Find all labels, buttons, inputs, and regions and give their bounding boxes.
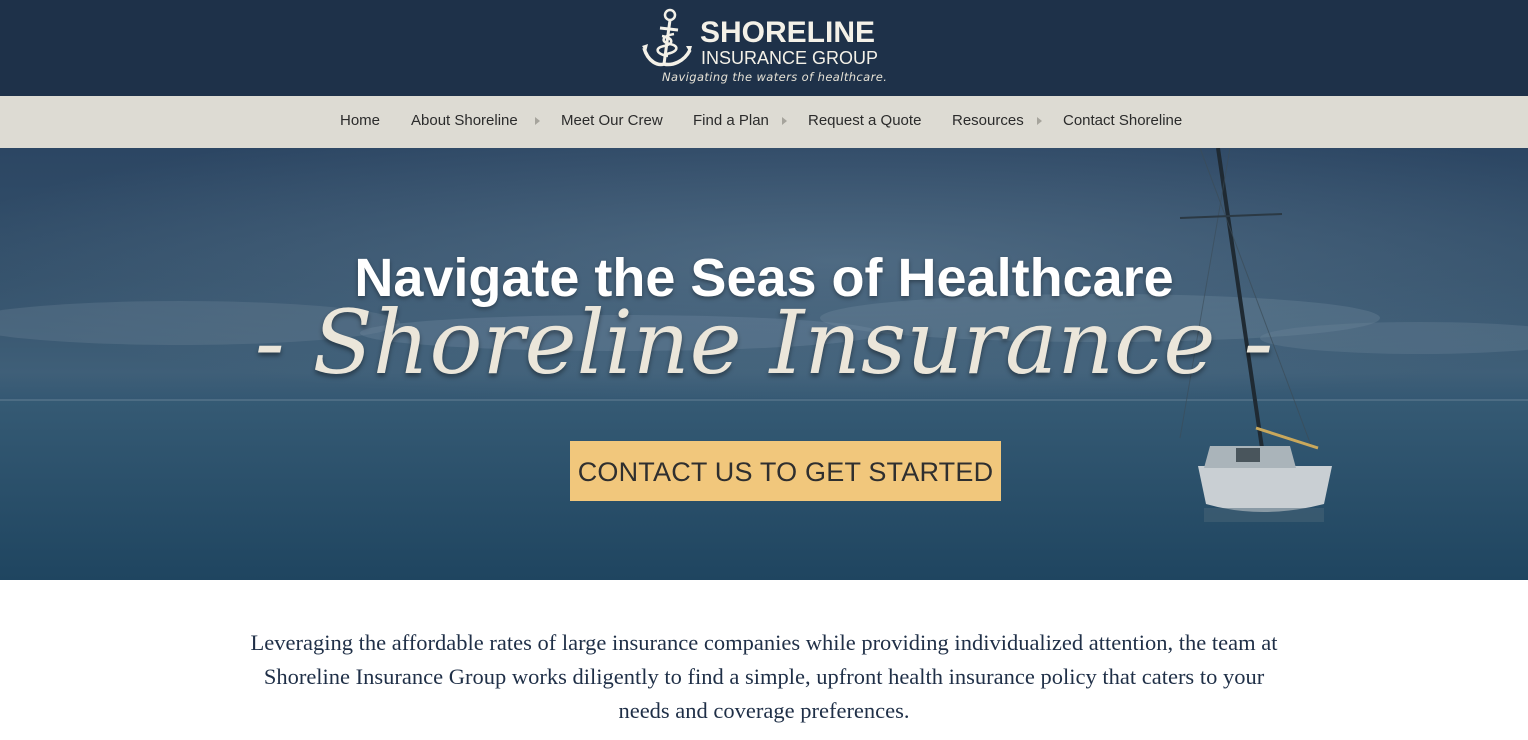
site-header: SHORELINE INSURANCE GROUP Navigating the…	[0, 0, 1528, 96]
contact-cta-button[interactable]: CONTACT US TO GET STARTED	[570, 441, 1001, 501]
submenu-arrow-icon[interactable]	[1037, 117, 1042, 125]
hero-banner: Navigate the Seas of Healthcare - Shorel…	[0, 148, 1528, 580]
site-logo[interactable]: SHORELINE INSURANCE GROUP Navigating the…	[640, 6, 890, 90]
hero-script-heading: - Shoreline Insurance -	[254, 291, 1274, 394]
intro-paragraph: Leveraging the affordable rates of large…	[250, 630, 1278, 723]
logo-subtitle: INSURANCE GROUP	[701, 48, 879, 68]
nav-item-about-shoreline[interactable]: About Shoreline	[411, 96, 518, 148]
nav-item-contact-shoreline[interactable]: Contact Shoreline	[1063, 96, 1182, 148]
nav-item-meet-our-crew[interactable]: Meet Our Crew	[561, 96, 663, 148]
nav-item-resources[interactable]: Resources	[952, 96, 1024, 148]
logo-tagline: Navigating the waters of healthcare.	[662, 70, 888, 84]
logo-wordmark: SHORELINE	[700, 16, 876, 49]
main-nav: Home About Shoreline Meet Our Crew Find …	[0, 96, 1528, 148]
nav-item-request-a-quote[interactable]: Request a Quote	[808, 96, 921, 148]
anchor-caduceus-icon	[642, 8, 692, 67]
nav-item-find-a-plan[interactable]: Find a Plan	[693, 96, 769, 148]
nav-item-home[interactable]: Home	[340, 96, 380, 148]
submenu-arrow-icon[interactable]	[782, 117, 787, 125]
submenu-arrow-icon[interactable]	[535, 117, 540, 125]
